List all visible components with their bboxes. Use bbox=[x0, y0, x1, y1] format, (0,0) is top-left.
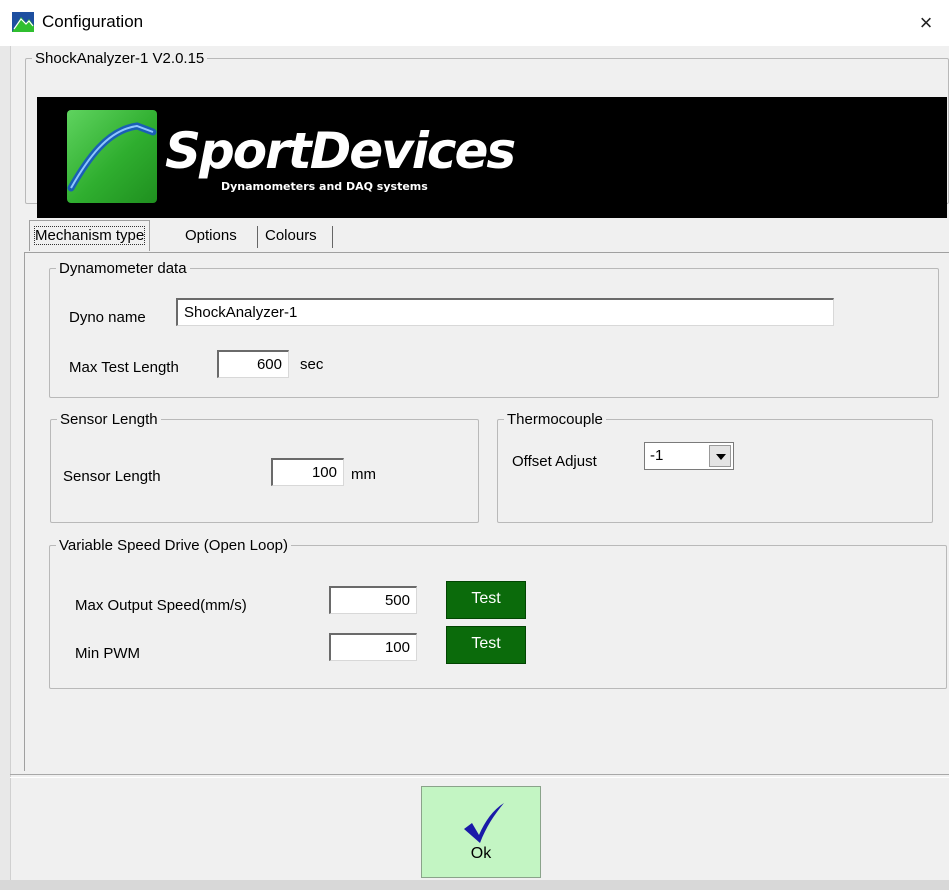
window-bottom-edge bbox=[0, 880, 949, 890]
logo-wordmark: SportDevices bbox=[165, 122, 516, 180]
window-left-edge bbox=[0, 46, 11, 890]
min-pwm-test-button[interactable]: Test bbox=[446, 626, 526, 664]
offset-adjust-value: -1 bbox=[650, 447, 664, 464]
configuration-window: Configuration × ShockAnalyzer-1 V2.0.15 … bbox=[0, 0, 949, 890]
sensor-length-input[interactable]: 100 bbox=[271, 458, 344, 486]
tab-mechanism-type-label: Mechanism type bbox=[33, 226, 146, 245]
max-test-length-input[interactable]: 600 bbox=[217, 350, 289, 378]
close-icon[interactable]: × bbox=[911, 10, 941, 36]
offset-adjust-label: Offset Adjust bbox=[512, 453, 597, 470]
window-title: Configuration bbox=[42, 12, 144, 31]
tab-divider bbox=[257, 226, 258, 248]
dyno-name-input[interactable]: ShockAnalyzer-1 bbox=[176, 298, 834, 326]
logo-graph-icon bbox=[67, 110, 157, 203]
sensor-length-unit: mm bbox=[351, 466, 376, 483]
tab-mechanism-type[interactable]: Mechanism type bbox=[29, 220, 151, 251]
ok-button[interactable]: Ok bbox=[421, 786, 541, 878]
min-pwm-input[interactable]: 100 bbox=[329, 633, 417, 661]
version-group: ShockAnalyzer-1 V2.0.15 SportDevices Dyn… bbox=[25, 50, 949, 218]
max-test-length-label: Max Test Length bbox=[69, 359, 179, 376]
logo-tagline: Dynamometers and DAQ systems bbox=[221, 180, 428, 193]
offset-adjust-select[interactable]: -1 bbox=[644, 442, 734, 470]
sensor-length-label: Sensor Length bbox=[63, 468, 161, 485]
version-legend: ShockAnalyzer-1 V2.0.15 bbox=[35, 50, 205, 67]
dyno-name-label: Dyno name bbox=[69, 309, 146, 326]
ok-label: Ok bbox=[470, 845, 492, 862]
tab-options[interactable]: Options bbox=[185, 221, 237, 251]
dynamometer-data-group: Dynamometer data bbox=[49, 260, 939, 398]
tab-colours[interactable]: Colours bbox=[265, 221, 317, 251]
tab-colours-label: Colours bbox=[265, 227, 317, 244]
max-output-speed-input[interactable]: 500 bbox=[329, 586, 417, 614]
tab-options-label: Options bbox=[185, 227, 237, 244]
thermocouple-legend: Thermocouple bbox=[507, 411, 603, 428]
sensor-length-group: Sensor Length bbox=[50, 411, 479, 523]
tab-divider bbox=[332, 226, 333, 248]
app-mountain-icon bbox=[12, 12, 34, 32]
checkmark-icon bbox=[464, 803, 504, 843]
min-pwm-label: Min PWM bbox=[75, 645, 140, 662]
dynamometer-data-legend: Dynamometer data bbox=[59, 260, 187, 277]
max-test-length-unit: sec bbox=[300, 356, 324, 373]
sensor-length-legend: Sensor Length bbox=[60, 411, 158, 428]
chevron-down-icon[interactable] bbox=[709, 445, 731, 467]
max-output-speed-test-button[interactable]: Test bbox=[446, 581, 526, 619]
max-output-speed-label: Max Output Speed(mm/s) bbox=[75, 597, 247, 614]
variable-speed-drive-legend: Variable Speed Drive (Open Loop) bbox=[59, 537, 289, 554]
footer-divider bbox=[10, 774, 949, 778]
title-bar: Configuration × bbox=[0, 0, 949, 46]
logo-banner: SportDevices Dynamometers and DAQ system… bbox=[37, 97, 947, 218]
